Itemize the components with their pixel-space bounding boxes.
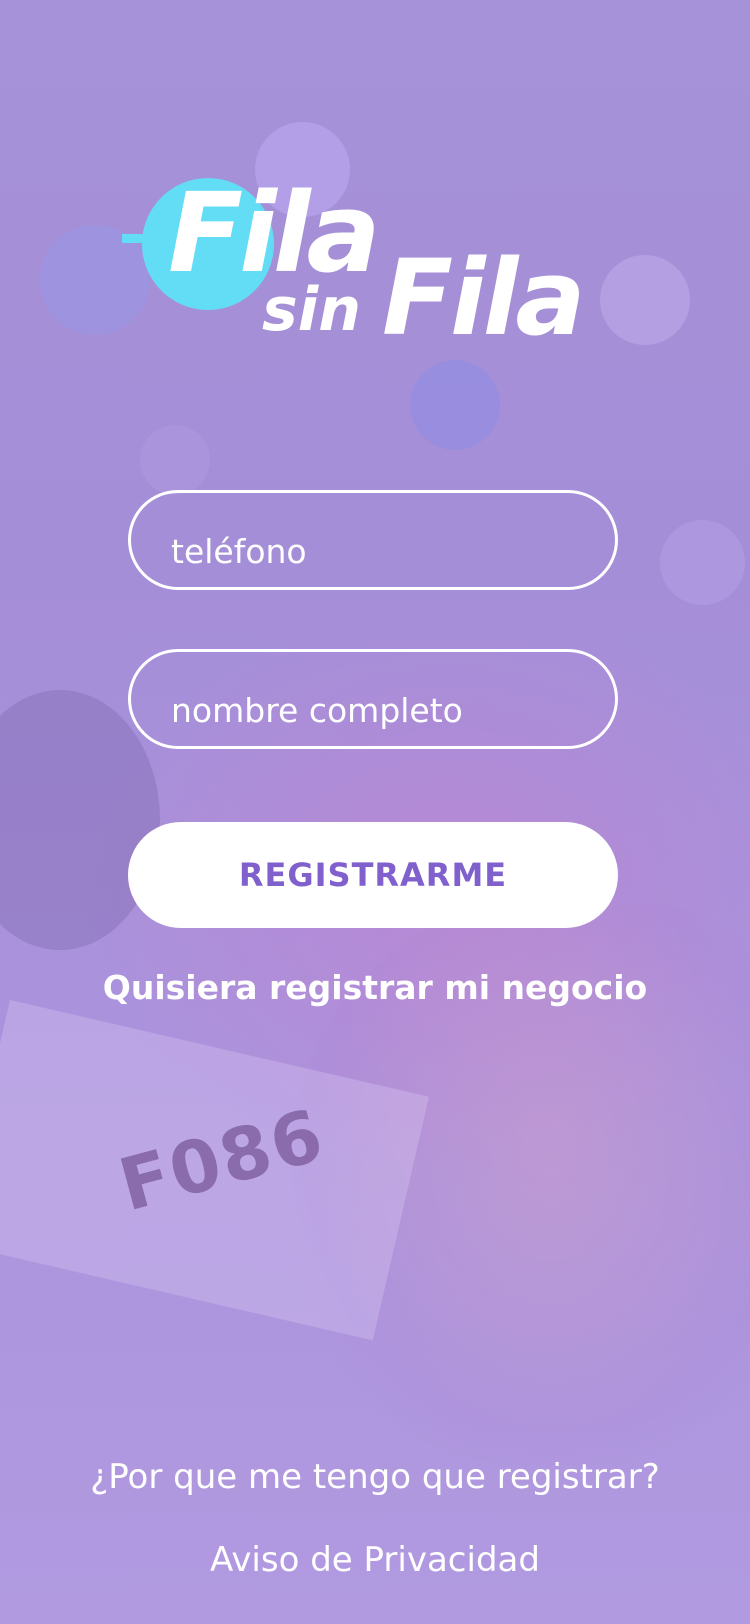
- bokeh-light: [0, 690, 160, 950]
- logo-word-sin: sin: [262, 275, 361, 345]
- app-logo: Fila sin Fila: [120, 170, 640, 355]
- bokeh-light: [140, 425, 210, 495]
- bokeh-light: [410, 360, 500, 450]
- why-register-link[interactable]: ¿Por que me tengo que registrar?: [0, 1457, 750, 1497]
- phone-input[interactable]: [171, 529, 585, 573]
- bokeh-light: [660, 520, 745, 605]
- register-business-link[interactable]: Quisiera registrar mi negocio: [0, 968, 750, 1007]
- full-name-input[interactable]: [171, 688, 585, 732]
- phone-field[interactable]: [128, 490, 618, 590]
- register-button[interactable]: REGISTRARME: [128, 822, 618, 928]
- logo-word-fila: Fila: [168, 169, 381, 297]
- full-name-field[interactable]: [128, 649, 618, 749]
- privacy-notice-link[interactable]: Aviso de Privacidad: [0, 1540, 750, 1580]
- logo-word-fila-2: Fila: [382, 237, 586, 359]
